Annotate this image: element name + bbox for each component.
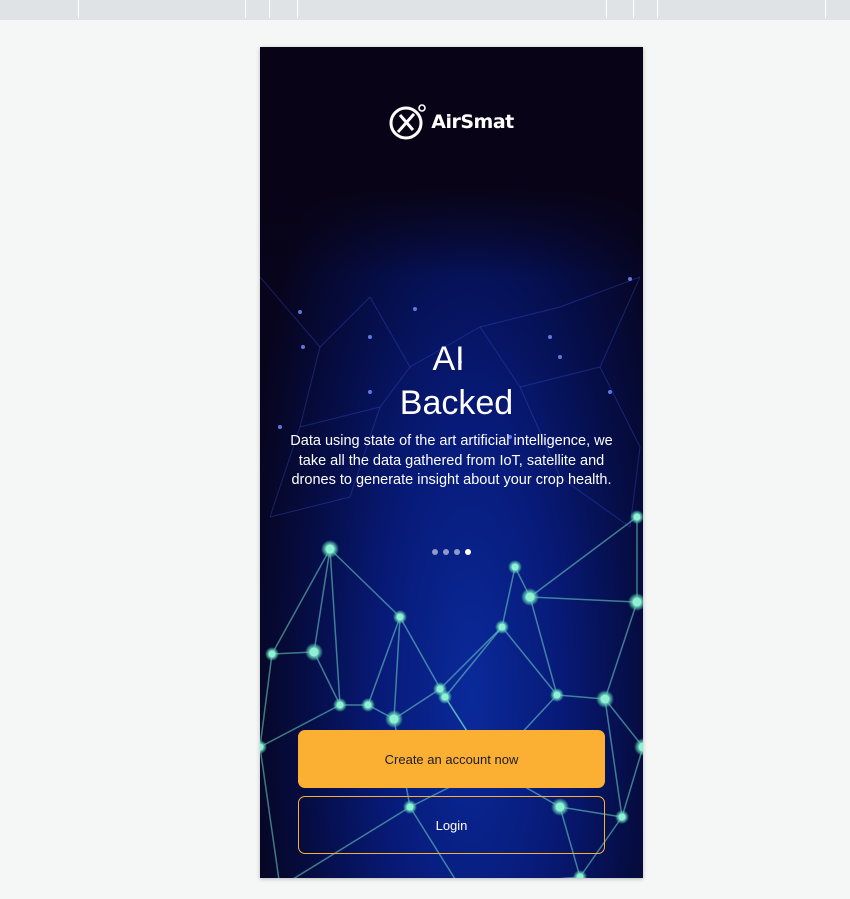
network-line bbox=[260, 653, 273, 748]
airsmat-logo-icon bbox=[389, 104, 427, 140]
toolbar-divider bbox=[297, 0, 298, 18]
carousel-pagination bbox=[260, 549, 643, 555]
pagination-dot-active[interactable] bbox=[465, 549, 471, 555]
toolbar-divider bbox=[657, 0, 658, 18]
network-line bbox=[269, 496, 351, 518]
network-node bbox=[553, 691, 561, 699]
brand-name: AirSmat bbox=[431, 111, 514, 133]
toolbar-divider bbox=[606, 0, 607, 18]
toolbar-divider bbox=[825, 0, 826, 18]
slide-description: Data using state of the art artificial i… bbox=[290, 433, 613, 489]
network-node bbox=[364, 701, 372, 709]
network-node bbox=[268, 650, 276, 658]
network-sparkle bbox=[413, 307, 417, 311]
browser-toolbar bbox=[0, 0, 850, 20]
network-node bbox=[632, 597, 642, 607]
network-sparkle bbox=[628, 277, 632, 281]
onboarding-screen: AirSmat AI Backed Data using state of th… bbox=[260, 47, 643, 878]
login-button[interactable]: Login bbox=[298, 796, 605, 854]
network-line bbox=[501, 626, 558, 696]
network-node bbox=[618, 813, 626, 821]
pagination-dot[interactable] bbox=[432, 549, 438, 555]
network-node bbox=[633, 513, 641, 521]
network-line bbox=[529, 516, 638, 598]
network-node bbox=[525, 592, 535, 602]
network-node bbox=[436, 685, 444, 693]
network-line bbox=[439, 626, 503, 690]
slide-title-line2: Backed bbox=[399, 384, 514, 422]
brand-logo: AirSmat bbox=[260, 103, 643, 141]
toolbar-divider bbox=[78, 0, 79, 18]
network-line bbox=[444, 626, 503, 698]
create-account-button[interactable]: Create an account now bbox=[298, 730, 605, 788]
network-line bbox=[329, 548, 401, 618]
network-line bbox=[558, 876, 581, 878]
network-node bbox=[511, 563, 519, 571]
network-line bbox=[604, 601, 638, 700]
network-node bbox=[396, 613, 404, 621]
slide-title: AI Backed bbox=[260, 337, 643, 425]
network-sparkle bbox=[298, 310, 302, 314]
slide-title-line1: AI bbox=[432, 340, 465, 378]
network-node bbox=[309, 647, 319, 657]
network-node bbox=[600, 694, 610, 704]
toolbar-divider bbox=[269, 0, 270, 18]
network-node bbox=[498, 623, 506, 631]
pagination-dot[interactable] bbox=[443, 549, 449, 555]
network-line bbox=[479, 306, 561, 328]
network-line bbox=[260, 746, 280, 878]
pagination-dot[interactable] bbox=[454, 549, 460, 555]
toolbar-divider bbox=[633, 0, 634, 18]
network-line bbox=[529, 596, 558, 696]
network-line bbox=[501, 566, 516, 628]
network-node bbox=[389, 714, 399, 724]
toolbar-divider bbox=[245, 0, 246, 18]
network-sparkle bbox=[278, 425, 282, 429]
network-line bbox=[329, 548, 341, 706]
network-line bbox=[529, 596, 638, 603]
network-node bbox=[336, 701, 344, 709]
network-line bbox=[621, 746, 643, 818]
network-line bbox=[559, 276, 641, 308]
